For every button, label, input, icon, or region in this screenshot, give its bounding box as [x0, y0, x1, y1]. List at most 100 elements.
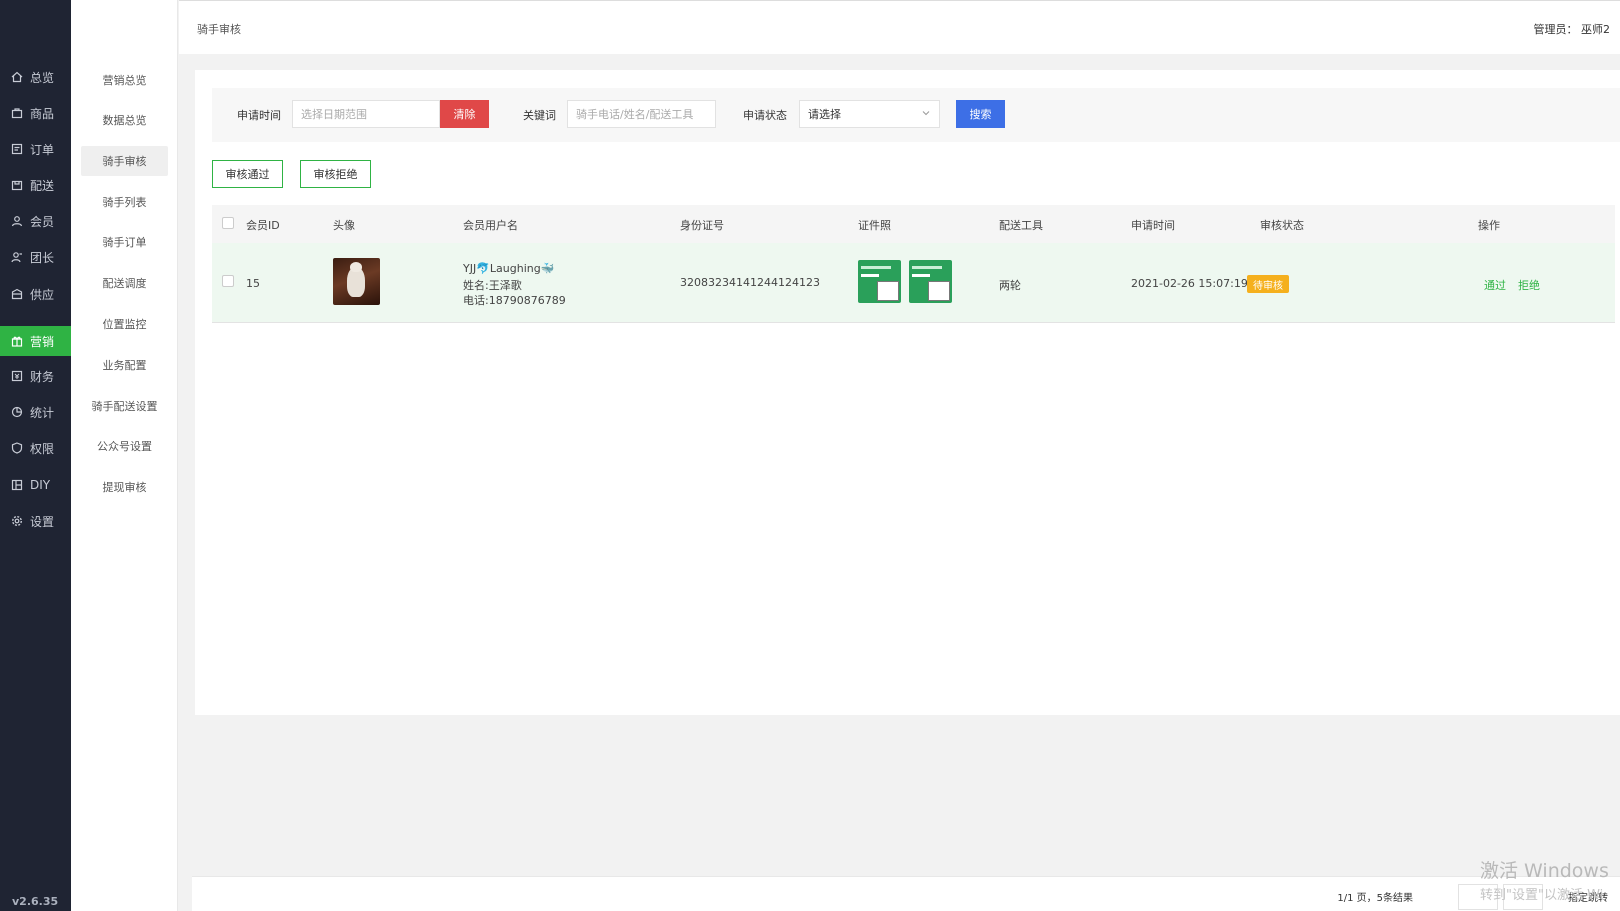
sidebar-item-stats[interactable]: 统计 [0, 398, 71, 426]
delivery-icon [10, 178, 24, 192]
sidebar-item-orders[interactable]: 订单 [0, 135, 71, 163]
filter-bar: 申请时间 选择日期范围 清除 关键词 骑手电话/姓名/配送工具 申请状态 请选择… [212, 88, 1620, 142]
sidebar-item-label: 团长 [30, 250, 55, 265]
date-range-input[interactable]: 选择日期范围 [292, 100, 440, 128]
reject-button[interactable]: 审核拒绝 [300, 160, 371, 188]
certificate-photo-2[interactable] [909, 260, 952, 303]
sidebar-item-label: 权限 [30, 441, 55, 456]
finance-icon [10, 369, 24, 383]
sidebar-item-members[interactable]: 会员 [0, 207, 71, 235]
subnav-item[interactable]: 骑手订单 [81, 227, 168, 257]
supply-icon [10, 287, 24, 301]
sidebar-item-delivery[interactable]: 配送 [0, 171, 71, 199]
sidebar-item-finance[interactable]: 财务 [0, 362, 71, 390]
leader-icon [10, 250, 24, 264]
search-button[interactable]: 搜索 [956, 100, 1005, 128]
sidebar-item-overview[interactable]: 总览 [0, 63, 71, 91]
top-header: 骑手审核 管理员： 巫师2 [179, 0, 1620, 54]
sub-sidebar: 营销总览 数据总览 骑手审核 骑手列表 骑手订单 配送调度 位置监控 业务配置 … [71, 0, 178, 911]
layout-icon [10, 478, 24, 492]
avatar [333, 258, 380, 305]
subnav-item[interactable]: 业务配置 [81, 350, 168, 380]
status-select-value: 请选择 [808, 108, 841, 121]
table-row: 15 YJJ🐬Laughing🐳 姓名:王泽歌 电话:18790876789 3… [212, 243, 1615, 323]
user-icon [10, 214, 24, 228]
column-header: 会员用户名 [463, 219, 518, 232]
sidebar-item-label: 商品 [30, 106, 55, 121]
chevron-down-icon [921, 108, 931, 121]
apply-time-label: 申请时间 [237, 109, 281, 122]
sidebar-item-label: 财务 [30, 369, 55, 384]
main-card: 申请时间 选择日期范围 清除 关键词 骑手电话/姓名/配送工具 申请状态 请选择… [195, 70, 1620, 715]
sidebar-item-marketing[interactable]: 营销 [0, 326, 71, 356]
subnav-item[interactable]: 配送调度 [81, 268, 168, 298]
apply-time: 2021-02-26 15:07:19 [1131, 277, 1248, 290]
column-header: 申请时间 [1131, 219, 1175, 232]
sidebar-item-label: 设置 [30, 514, 55, 529]
id-number: 32083234141244124123 [680, 276, 820, 289]
shield-icon [10, 441, 24, 455]
status-badge: 待审核 [1247, 275, 1289, 293]
gear-icon [10, 514, 24, 528]
activation-watermark-sub: 转到"设置"以激活 Wi [1480, 888, 1604, 903]
reject-link[interactable]: 拒绝 [1518, 277, 1540, 293]
sidebar-item-label: DIY [30, 478, 51, 492]
keyword-placeholder: 骑手电话/姓名/配送工具 [576, 108, 694, 121]
certificate-photo-1[interactable] [858, 260, 901, 303]
subnav-item[interactable]: 公众号设置 [81, 431, 168, 461]
clear-button[interactable]: 清除 [440, 100, 489, 128]
member-name: 姓名:王泽歌 [463, 279, 522, 292]
sidebar-item-goods[interactable]: 商品 [0, 99, 71, 127]
date-range-placeholder: 选择日期范围 [301, 108, 367, 121]
main-sidebar: 总览 商品 订单 配送 会员 团长 供应 营销 财务 统计 权限 DIY 设置 … [0, 0, 71, 911]
page-info: 1/1 页，5条结果 [1337, 893, 1413, 904]
sidebar-item-label: 统计 [30, 405, 55, 420]
order-icon [10, 142, 24, 156]
gift-icon [10, 334, 24, 348]
approve-button[interactable]: 审核通过 [212, 160, 283, 188]
keyword-input[interactable]: 骑手电话/姓名/配送工具 [567, 100, 716, 128]
sidebar-item-label: 供应 [30, 287, 55, 302]
sidebar-item-settings[interactable]: 设置 [0, 507, 71, 535]
subnav-item[interactable]: 营销总览 [81, 65, 168, 95]
member-phone: 电话:18790876789 [463, 294, 566, 307]
column-header: 配送工具 [999, 219, 1043, 232]
column-header: 操作 [1478, 219, 1500, 232]
subnav-item[interactable]: 数据总览 [81, 105, 168, 135]
stats-icon [10, 405, 24, 419]
column-header: 证件照 [858, 219, 891, 232]
keyword-label: 关键词 [523, 109, 556, 122]
status-label: 申请状态 [743, 109, 787, 122]
sidebar-item-diy[interactable]: DIY [0, 471, 71, 499]
sidebar-item-supply[interactable]: 供应 [0, 280, 71, 308]
pagination-bar: 1/1 页，5条结果 指定跳转 [192, 876, 1620, 911]
column-header: 审核状态 [1260, 219, 1304, 232]
member-username: YJJ🐬Laughing🐳 [463, 262, 555, 275]
bag-icon [10, 106, 24, 120]
status-select[interactable]: 请选择 [799, 100, 940, 128]
pass-link[interactable]: 通过 [1484, 277, 1506, 293]
subnav-item[interactable]: 骑手配送设置 [81, 391, 168, 421]
row-checkbox[interactable] [222, 275, 234, 287]
subnav-item[interactable]: 提现审核 [81, 472, 168, 502]
column-header: 会员ID [246, 219, 280, 232]
subnav-item[interactable]: 骑手列表 [81, 187, 168, 217]
sidebar-item-label: 营销 [30, 334, 55, 349]
table-header: 会员ID 头像 会员用户名 身份证号 证件照 配送工具 申请时间 审核状态 操作 [212, 205, 1615, 243]
column-header: 身份证号 [680, 219, 724, 232]
breadcrumb[interactable]: 骑手审核 [197, 21, 241, 37]
activation-watermark: 激活 Windows [1480, 860, 1609, 882]
select-all-checkbox[interactable] [222, 217, 234, 229]
column-header: 头像 [333, 219, 355, 232]
sidebar-item-label: 会员 [30, 214, 55, 229]
subnav-item-active[interactable]: 骑手审核 [81, 146, 168, 176]
home-icon [10, 70, 24, 84]
version-label: v2.6.35 [12, 895, 59, 908]
admin-label[interactable]: 管理员： 巫师2 [1534, 21, 1611, 37]
subnav-item[interactable]: 位置监控 [81, 309, 168, 339]
member-id: 15 [246, 277, 260, 290]
sidebar-item-leaders[interactable]: 团长 [0, 243, 71, 271]
delivery-tool: 两轮 [999, 279, 1021, 292]
sidebar-item-label: 订单 [30, 142, 55, 157]
sidebar-item-permissions[interactable]: 权限 [0, 434, 71, 462]
